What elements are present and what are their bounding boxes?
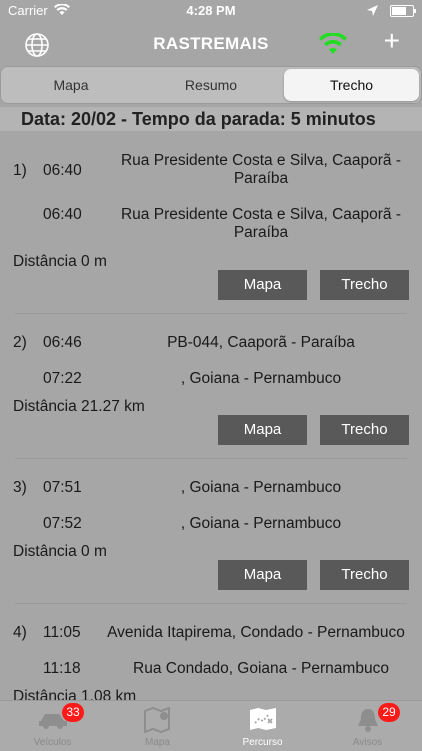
route-button[interactable]: Trecho bbox=[320, 560, 409, 590]
segment-mapa[interactable]: Mapa bbox=[3, 69, 139, 101]
location-arrow-icon bbox=[367, 4, 378, 19]
route-list[interactable]: 1) 06:40 Rua Presidente Costa e Silva, C… bbox=[0, 131, 422, 700]
end-address: , Goiana - Pernambuco bbox=[180, 370, 342, 387]
end-address: Rua Presidente Costa e Silva, Caaporã - … bbox=[120, 206, 401, 241]
tab-percurso[interactable]: Percurso bbox=[210, 701, 315, 751]
start-address: , Goiana - Pernambuco bbox=[180, 479, 342, 496]
map-pin-icon bbox=[105, 706, 210, 734]
end-time: 06:40 bbox=[43, 206, 82, 223]
status-bar: Carrier 4:28 PM bbox=[0, 0, 422, 22]
start-time: 06:46 bbox=[43, 334, 82, 351]
tab-avisos[interactable]: 29 Avisos bbox=[315, 701, 420, 751]
distance: Distância 1.08 km bbox=[13, 688, 137, 700]
add-icon[interactable]: + bbox=[384, 27, 400, 55]
route-map-icon bbox=[210, 707, 315, 731]
tab-label: Veículos bbox=[33, 737, 72, 748]
entry-index: 1) bbox=[13, 162, 27, 179]
distance: Distância 0 m bbox=[13, 253, 107, 270]
divider bbox=[15, 458, 407, 459]
start-time: 07:51 bbox=[43, 479, 82, 496]
start-time: 06:40 bbox=[43, 162, 82, 179]
start-address: Avenida Itapirema, Condado - Pernambuco bbox=[107, 624, 405, 641]
end-time: 07:52 bbox=[43, 515, 82, 532]
status-time: 4:28 PM bbox=[186, 3, 236, 18]
bell-icon bbox=[315, 707, 420, 732]
divider bbox=[15, 603, 407, 604]
date-header: Data: 20/02 - Tempo da parada: 5 minutos bbox=[0, 107, 422, 131]
map-button[interactable]: Mapa bbox=[218, 270, 307, 300]
entry-index: 3) bbox=[13, 479, 27, 496]
avisos-badge: 29 bbox=[378, 703, 400, 722]
segment-trecho[interactable]: Trecho bbox=[284, 69, 419, 101]
entry-index: 2) bbox=[13, 334, 27, 351]
map-button[interactable]: Mapa bbox=[218, 415, 307, 445]
start-time: 11:05 bbox=[43, 624, 81, 641]
tab-label: Mapa bbox=[144, 737, 170, 748]
segment-resumo[interactable]: Resumo bbox=[143, 69, 279, 101]
battery-icon bbox=[390, 5, 416, 17]
entry-index: 4) bbox=[13, 624, 27, 641]
divider bbox=[15, 313, 407, 314]
end-address: , Goiana - Pernambuco bbox=[180, 515, 342, 532]
tab-label: Avisos bbox=[352, 737, 383, 748]
wifi-status-icon[interactable] bbox=[318, 32, 348, 60]
tab-bar: 33 Veículos Mapa Percurso 29 Avisos bbox=[0, 700, 422, 751]
map-button[interactable]: Mapa bbox=[218, 560, 307, 590]
app-title: RASTREMAIS bbox=[153, 34, 269, 53]
route-button[interactable]: Trecho bbox=[320, 270, 409, 300]
end-address: Rua Condado, Goiana - Pernambuco bbox=[133, 660, 389, 677]
veiculos-badge: 33 bbox=[62, 703, 84, 722]
tab-mapa[interactable]: Mapa bbox=[105, 701, 210, 751]
distance: Distância 21.27 km bbox=[13, 398, 145, 415]
distance: Distância 0 m bbox=[13, 543, 107, 560]
end-time: 07:22 bbox=[43, 370, 82, 387]
navigation-bar: RASTREMAIS + bbox=[0, 22, 422, 66]
end-time: 11:18 bbox=[43, 660, 81, 677]
tab-veiculos[interactable]: 33 Veículos bbox=[0, 701, 105, 751]
segmented-control: Mapa Resumo Trecho bbox=[0, 66, 422, 104]
tab-label: Percurso bbox=[242, 737, 283, 748]
start-address: PB-044, Caaporã - Paraíba bbox=[167, 334, 355, 351]
car-icon bbox=[0, 707, 105, 731]
start-address: Rua Presidente Costa e Silva, Caaporã - … bbox=[120, 152, 401, 187]
route-button[interactable]: Trecho bbox=[320, 415, 409, 445]
